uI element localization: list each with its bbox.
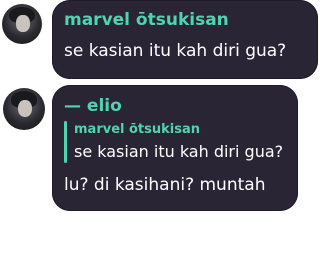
message-bubble[interactable]: marvel ōtsukisan se kasian itu kah diri … <box>52 0 318 79</box>
avatar[interactable] <box>3 88 45 130</box>
avatar-face <box>16 15 30 32</box>
reply-quote-bar <box>64 121 67 163</box>
message-bubble[interactable]: — elio marvel ōtsukisan se kasian itu ka… <box>52 85 298 211</box>
message-text: lu? di kasihani? muntah <box>64 175 266 195</box>
message-author: — elio <box>64 96 122 116</box>
message-text: se kasian itu kah diri gua? <box>64 41 287 61</box>
message-author: marvel ōtsukisan <box>64 10 229 30</box>
avatar-face <box>17 99 32 118</box>
reply-text: se kasian itu kah diri gua? <box>74 142 284 161</box>
avatar[interactable] <box>2 4 42 44</box>
reply-author: marvel ōtsukisan <box>74 122 201 137</box>
